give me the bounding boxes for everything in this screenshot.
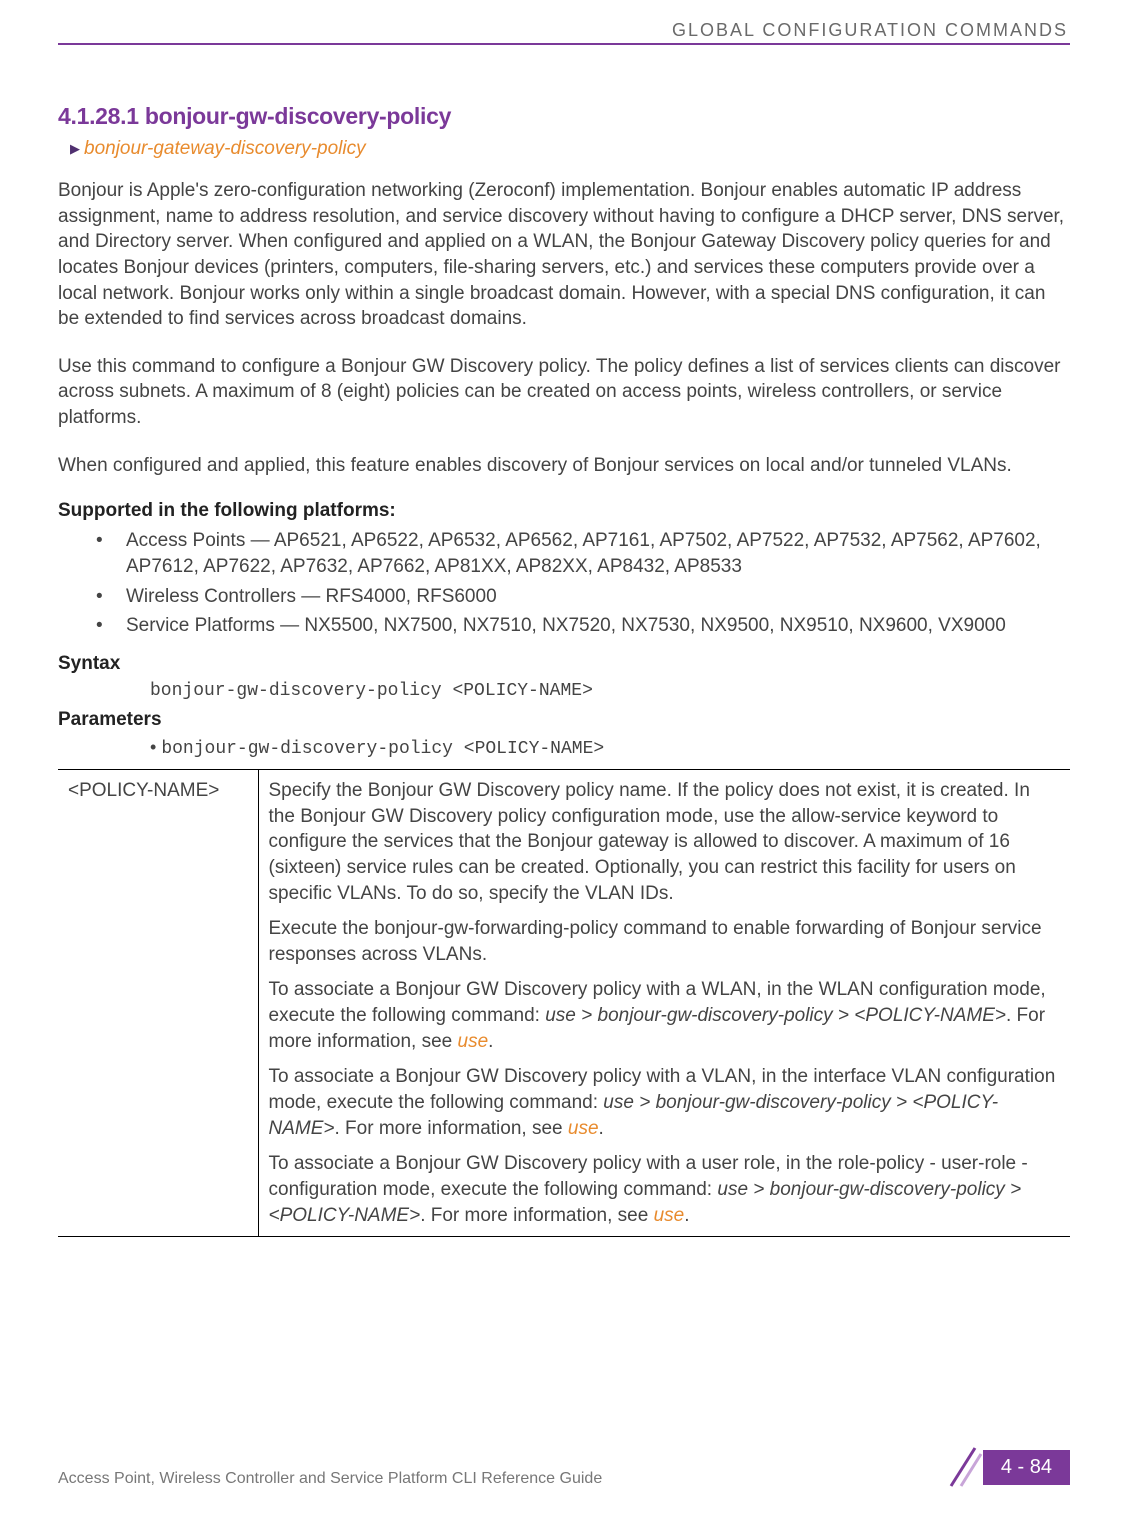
paragraph: Use this command to configure a Bonjour … [58, 354, 1070, 431]
list-item: Access Points — AP6521, AP6522, AP6532, … [96, 528, 1070, 579]
page-footer: Access Point, Wireless Controller and Se… [0, 1446, 1128, 1488]
param-name-cell: <POLICY-NAME> [58, 769, 258, 1236]
footer-guide-title: Access Point, Wireless Controller and Se… [58, 1470, 602, 1488]
cell-text: To associate a Bonjour GW Discovery poli… [269, 977, 1061, 1054]
paragraph: When configured and applied, this featur… [58, 453, 1070, 479]
cell-text: Execute the bonjour-gw-forwarding-policy… [269, 916, 1061, 967]
cell-text: To associate a Bonjour GW Discovery poli… [269, 1064, 1061, 1141]
supported-heading: Supported in the following platforms: [58, 500, 1070, 522]
use-link[interactable]: use [654, 1205, 685, 1226]
section-title: 4.1.28.1 bonjour-gw-discovery-policy [58, 103, 1070, 130]
slash-icon [941, 1446, 983, 1488]
breadcrumb: ▶ bonjour-gateway-discovery-policy [70, 138, 1070, 160]
supported-list: Access Points — AP6521, AP6522, AP6532, … [58, 528, 1070, 639]
syntax-line: bonjour-gw-discovery-policy <POLICY-NAME… [150, 681, 1070, 701]
list-item: Wireless Controllers — RFS4000, RFS6000 [96, 584, 1070, 610]
parameters-table: <POLICY-NAME> Specify the Bonjour GW Dis… [58, 769, 1070, 1237]
page-number: 4 - 84 [983, 1450, 1070, 1485]
running-head: GLOBAL CONFIGURATION COMMANDS [58, 20, 1070, 41]
arrow-right-icon: ▶ [70, 141, 80, 157]
header-rule [58, 43, 1070, 45]
cell-text: Specify the Bonjour GW Discovery policy … [269, 778, 1061, 906]
parameters-bullet: bonjour-gw-discovery-policy <POLICY-NAME… [150, 737, 1070, 759]
use-link[interactable]: use [568, 1118, 599, 1139]
use-link[interactable]: use [458, 1031, 489, 1052]
param-desc-cell: Specify the Bonjour GW Discovery policy … [258, 769, 1070, 1236]
cell-text: To associate a Bonjour GW Discovery poli… [269, 1151, 1061, 1228]
parameters-heading: Parameters [58, 709, 1070, 731]
list-item: Service Platforms — NX5500, NX7500, NX75… [96, 613, 1070, 639]
breadcrumb-link[interactable]: bonjour-gateway-discovery-policy [84, 138, 366, 160]
syntax-heading: Syntax [58, 653, 1070, 675]
paragraph: Bonjour is Apple's zero-configuration ne… [58, 178, 1070, 332]
table-row: <POLICY-NAME> Specify the Bonjour GW Dis… [58, 769, 1070, 1236]
